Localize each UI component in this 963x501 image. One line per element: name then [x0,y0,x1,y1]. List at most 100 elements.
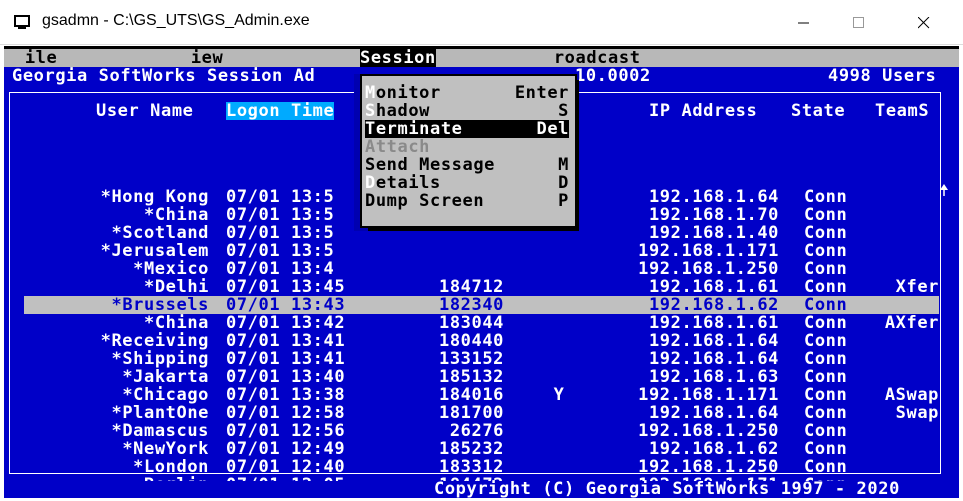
cell-ip: 192.168.1.171 [638,241,779,261]
cell-time: 07/01 13:5 [226,241,335,261]
menu-item-monitor[interactable]: Monitor Enter [365,84,569,102]
table-row[interactable]: *Damascus 07/01 12:56 26276 192.168.1.250 Co… [24,422,939,440]
cell-ip: 192.168.1.63 [648,367,779,387]
menu-broadcast[interactable]: Broadcast [543,49,641,67]
col-header-logon[interactable]: Logon Time [226,102,335,120]
cell-ip: 192.168.1.64 [648,403,779,423]
cell-pid: 183044 [438,313,504,333]
cell-ip: 192.168.1.62 [648,295,779,315]
table-row[interactable]: *Mexico 07/01 13:4 192.168.1.250 Conn [24,260,939,278]
menu-session[interactable]: Session [360,49,436,67]
cell-user: *Receiving [100,331,209,351]
cell-pid: 185132 [438,367,504,387]
table-row[interactable]: *PlantOne 07/01 12:58 181700 192.168.1.64 Co… [24,404,939,422]
cell-time: 07/01 13:43 [226,295,346,315]
menu-file[interactable]: File [14,49,57,67]
table-row[interactable]: *Jerusalem 07/01 13:5 192.168.1.171 Conn [24,242,939,260]
menu-item-shadow[interactable]: Shadow S [365,102,569,120]
cell-pid: 133152 [438,349,504,369]
cell-ip: 192.168.1.40 [648,223,779,243]
cell-state: Conn [804,187,848,207]
cell-ip: 192.168.1.64 [648,187,779,207]
cell-state: Conn [804,295,848,315]
cell-state: Conn [804,349,848,369]
cell-state: Conn [804,223,848,243]
cell-user: *Jakarta [122,367,209,387]
table-row[interactable]: *Brussels 07/01 13:43 182340 192.168.1.62 Co… [24,296,939,314]
user-count: 4998 Users [828,66,937,86]
cell-time: 07/01 13:5 [226,187,335,207]
cell-ip: 192.168.1.64 [648,331,779,351]
cell-user: *Jerusalem [100,241,209,261]
cell-user: *Mexico [133,259,209,279]
menu-view[interactable]: View [180,49,223,67]
console-app-icon [14,15,30,29]
cell-user: *NewYork [122,439,209,459]
cell-state: Conn [804,259,848,279]
scrollbar[interactable] [939,184,949,498]
cell-ip: 192.168.1.250 [638,421,779,441]
table-row[interactable]: *Delhi 07/01 13:45 184712 192.168.1.61 Conn X… [24,278,939,296]
cell-ip: 192.168.1.70 [648,205,779,225]
cell-time: 07/01 13:4 [226,259,335,279]
menu-item-details[interactable]: Details D [365,174,569,192]
cell-state: Conn [804,421,848,441]
table-row[interactable]: *Shipping 07/01 13:41 133152 192.168.1.64 Co… [24,350,939,368]
cell-pid: 26276 [449,421,504,441]
cell-ip: 192.168.1.61 [648,313,779,333]
table-row[interactable]: *London 07/01 12:40 183312 192.168.1.250 Con… [24,458,939,476]
cell-state: Conn [804,457,848,477]
cell-state: Conn [804,367,848,387]
cell-flag: Y [553,385,565,405]
cell-teams: AXfer [884,313,939,333]
cell-teams: Swap [895,403,939,423]
close-button[interactable] [901,0,947,44]
col-header-state[interactable]: State [791,102,845,120]
cell-teams: Xfer [895,277,939,297]
cell-ip: 192.168.1.250 [638,259,779,279]
status-app-name: Georgia SoftWorks Session Ad [12,66,316,86]
cell-time: 07/01 12:58 [226,403,346,423]
table-row[interactable]: *Jakarta 07/01 13:40 185132 192.168.1.63 Con… [24,368,939,386]
cell-state: Conn [804,403,848,423]
cell-pid: 185232 [438,439,504,459]
cell-teams: ASwap [884,385,939,405]
cell-user: *PlantOne [111,403,209,423]
cell-user: *Delhi [143,277,209,297]
menu-item-terminate[interactable]: Terminate Del [365,120,569,138]
cell-user: *Chicago [122,385,209,405]
table-row[interactable]: *China 07/01 13:42 183044 192.168.1.61 Conn A… [24,314,939,332]
cell-user: *Brussels [111,295,209,315]
col-header-ip[interactable]: IP Address [649,102,757,120]
cell-user: *Hong Kong [100,187,209,207]
minimize-button[interactable] [781,0,827,44]
console-window: File View Session Broadcast Georgia Soft… [4,46,959,498]
menu-item-dump-screen[interactable]: Dump Screen P [365,192,569,210]
col-header-teams[interactable]: TeamS [875,102,929,120]
maximize-button[interactable] [836,0,882,44]
menu-bar: File View Session Broadcast [4,49,959,67]
cell-user: *Shipping [111,349,209,369]
table-row[interactable]: *NewYork 07/01 12:49 185232 192.168.1.62 Con… [24,440,939,458]
cell-pid: 181700 [438,403,504,423]
cell-ip: 192.168.1.250 [638,457,779,477]
session-menu-box: Monitor Enter Shadow S Terminate Del Attach… [360,74,577,228]
cell-time: 07/01 13:45 [226,277,346,297]
table-row[interactable]: *Chicago 07/01 13:38 184016 Y 192.168.1.171 C… [24,386,939,404]
cell-user: *London [133,457,209,477]
cell-pid: 183312 [438,457,504,477]
col-header-user[interactable]: User Name [96,102,194,120]
status-version: 10.0002 [575,66,651,86]
cell-state: Conn [804,277,848,297]
menu-item-send-message[interactable]: Send Message M [365,156,569,174]
cell-pid: 184016 [438,385,504,405]
cell-time: 07/01 13:41 [226,331,346,351]
cell-state: Conn [804,313,848,333]
menu-item-attach: Attach [365,137,431,157]
cell-user: *China [143,313,209,333]
cell-time: 07/01 13:5 [226,205,335,225]
table-row[interactable]: *Receiving 07/01 13:41 180440 192.168.1.64 C… [24,332,939,350]
cell-time: 07/01 13:42 [226,313,346,333]
cell-user: *Scotland [111,223,209,243]
cell-state: Conn [804,331,848,351]
